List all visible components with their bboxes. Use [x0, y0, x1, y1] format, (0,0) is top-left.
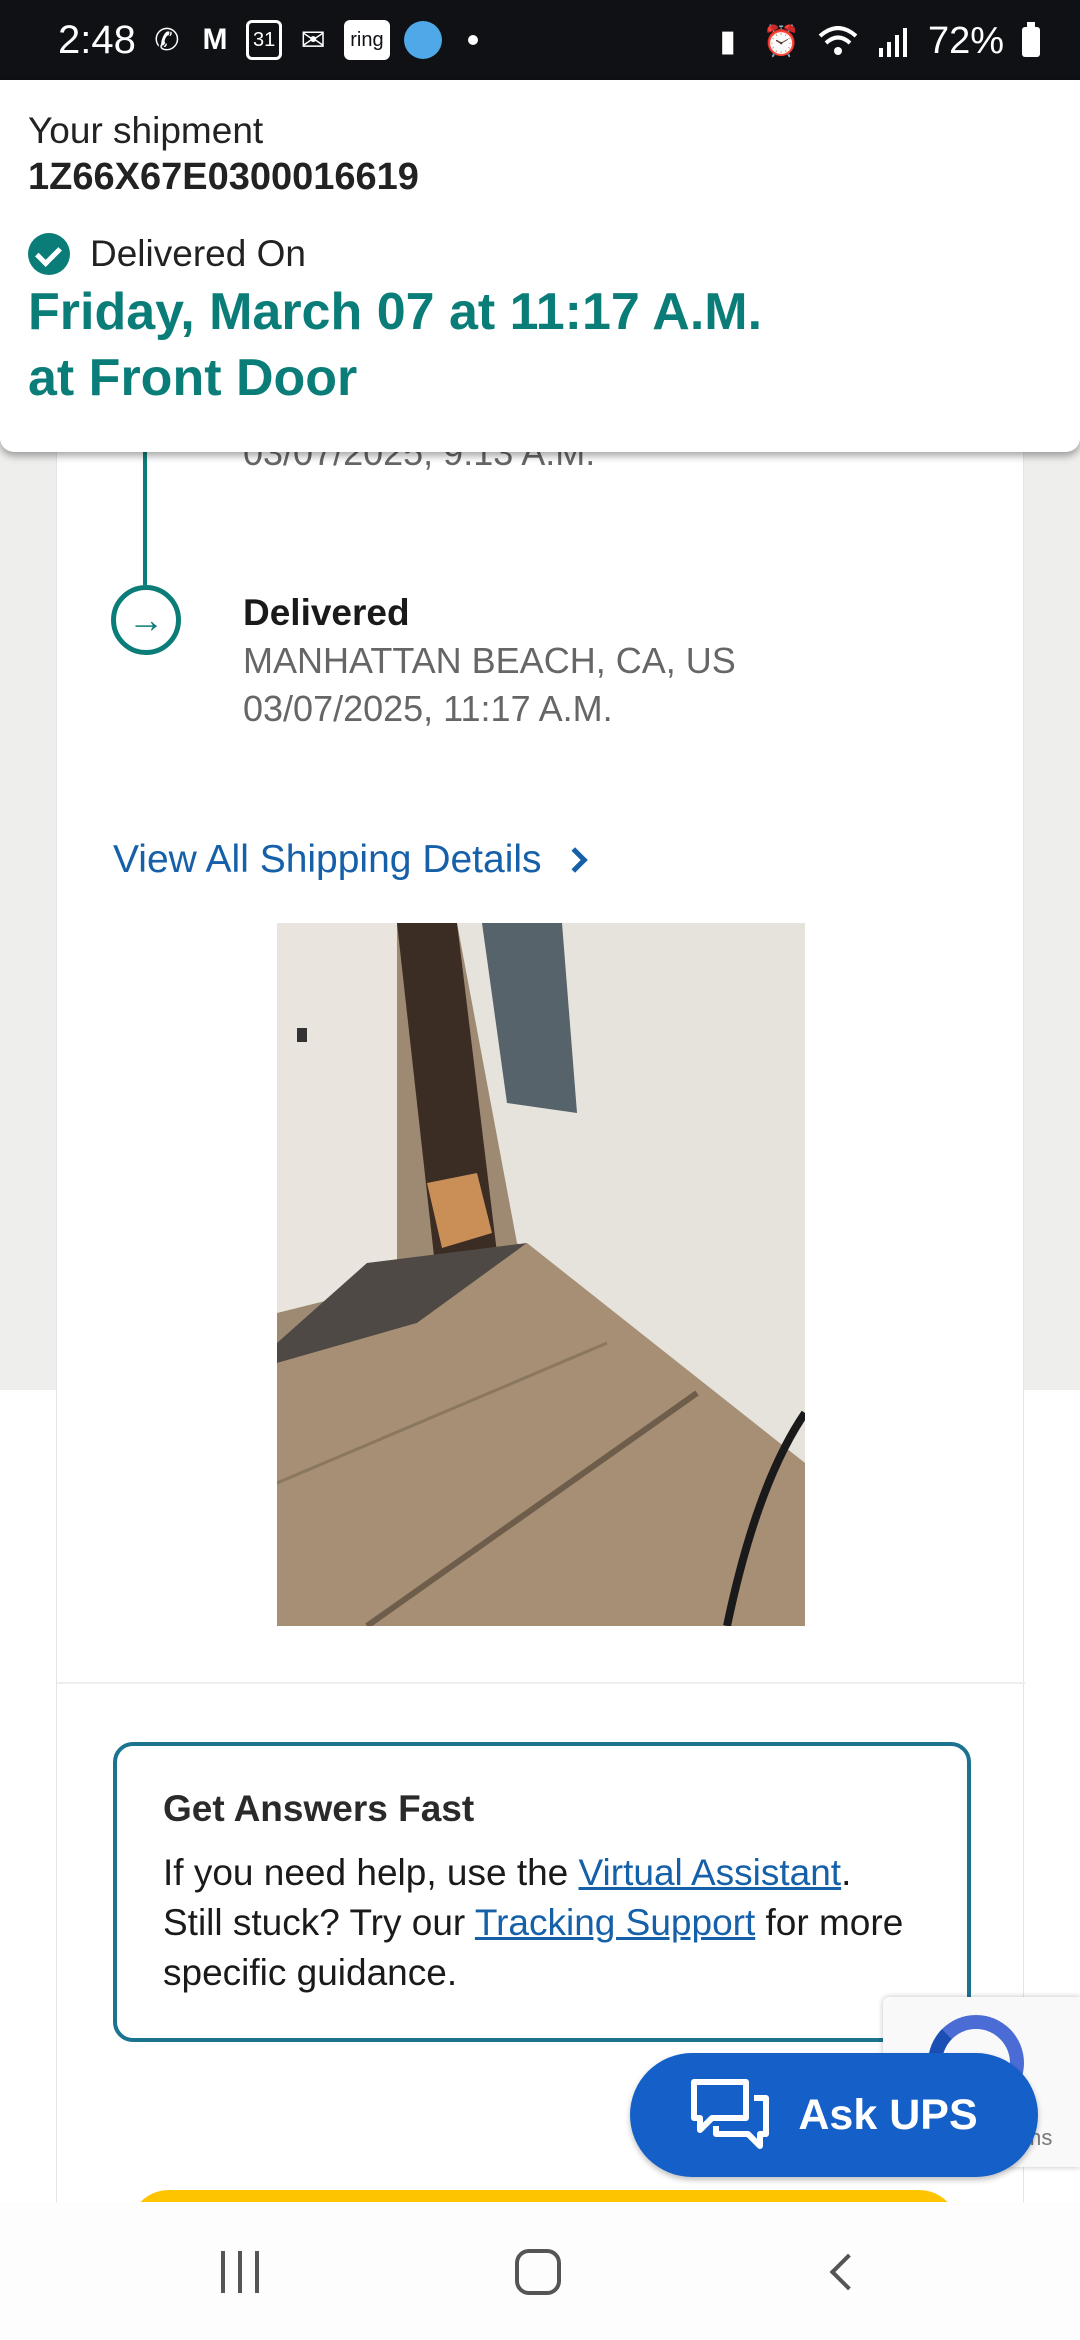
ask-ups-label: Ask UPS — [798, 2090, 978, 2139]
messages-icon: ✉ — [300, 23, 326, 57]
calendar-icon: 31 — [246, 20, 283, 60]
delivery-photo[interactable] — [277, 923, 805, 1626]
chat-bubbles-icon — [691, 2079, 770, 2149]
alarm-icon: ⏰ — [762, 25, 800, 58]
battery-saver-icon: ▮ — [719, 25, 736, 58]
divider — [57, 1682, 1025, 1684]
home-icon[interactable] — [508, 2242, 568, 2302]
ask-ups-button[interactable]: Ask UPS — [630, 2053, 1038, 2177]
battery-icon — [1022, 21, 1040, 57]
wifi-icon — [818, 22, 858, 62]
tracking-card: 03/07/2025, 9:13 A.M. → Delivered MANHAT… — [56, 420, 1025, 2270]
delivery-summary-sheet: Your shipment 1Z66X67E0300016619 Deliver… — [0, 80, 1080, 452]
view-all-shipping-details-link[interactable]: View All Shipping Details — [113, 838, 588, 882]
timeline-event: Delivered MANHATTAN BEACH, CA, US 03/07/… — [243, 592, 736, 730]
event-timestamp: 03/07/2025, 11:17 A.M. — [243, 688, 613, 729]
back-icon[interactable] — [818, 2242, 878, 2302]
clock: 2:48 — [58, 18, 136, 62]
ring-icon: ring — [344, 20, 390, 60]
recents-icon[interactable] — [210, 2242, 270, 2302]
tracking-number: 1Z66X67E0300016619 — [28, 156, 419, 198]
arrow-right-icon: → — [111, 585, 181, 655]
delivered-place: at Front Door — [28, 349, 358, 407]
help-title: Get Answers Fast — [163, 1788, 475, 1829]
signal-icon — [876, 22, 910, 62]
wifi-calling-icon: ✆ — [154, 23, 180, 57]
chevron-right-icon — [561, 847, 588, 873]
help-text-part: If you need help, use the — [163, 1852, 579, 1893]
delivered-date: Friday, March 07 at 11:17 A.M. — [28, 283, 763, 341]
dot-icon — [467, 35, 478, 45]
battery-percent: 72% — [927, 20, 1004, 62]
event-location: MANHATTAN BEACH, CA, US — [243, 640, 736, 681]
view-all-label: View All Shipping Details — [113, 838, 542, 881]
delivered-on-label: Delivered On — [90, 233, 306, 274]
get-answers-box: Get Answers Fast If you need help, use t… — [113, 1742, 971, 2042]
location-icon — [403, 21, 442, 59]
notification-icons: ✆ M 31 ✉ ring — [150, 20, 478, 60]
help-text: If you need help, use the Virtual Assist… — [163, 1848, 921, 1998]
gmail-icon: M — [202, 23, 228, 56]
navigation-bar — [0, 2202, 1080, 2340]
tracking-support-link[interactable]: Tracking Support — [475, 1902, 755, 1943]
check-circle-icon — [28, 233, 70, 275]
shipment-label: Your shipment — [28, 110, 264, 151]
status-bar: 2:48 ✆ M 31 ✉ ring ▮ ⏰ 72% — [0, 0, 1080, 80]
system-icons: ▮ ⏰ 72% — [711, 20, 1040, 63]
ups-tracking-screen: 2:48 ✆ M 31 ✉ ring ▮ ⏰ 72% 03/07/2025, 9… — [0, 0, 1080, 2340]
event-status: Delivered — [243, 592, 410, 633]
virtual-assistant-link[interactable]: Virtual Assistant — [579, 1852, 842, 1893]
delivered-row: Delivered On — [28, 233, 1052, 275]
